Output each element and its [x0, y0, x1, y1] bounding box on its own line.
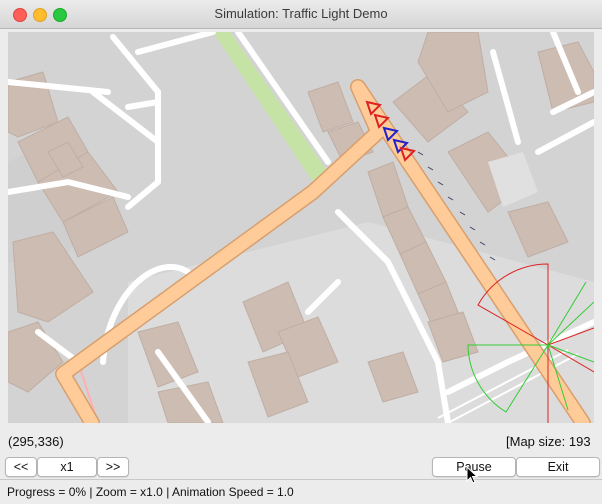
exit-button[interactable]: Exit	[516, 457, 600, 477]
map-canvas[interactable]	[8, 32, 594, 423]
window-title: Simulation: Traffic Light Demo	[214, 6, 388, 21]
step-forward-button[interactable]: >>	[97, 457, 129, 477]
step-back-button[interactable]: <<	[5, 457, 37, 477]
map-size-label: [Map size: 193	[506, 434, 591, 449]
cursor-coordinates: (295,336)	[8, 434, 64, 449]
title-bar: Simulation: Traffic Light Demo	[0, 0, 602, 29]
speed-button[interactable]: x1	[37, 457, 97, 477]
status-bar: Progress = 0% | Zoom = x1.0 | Animation …	[0, 479, 602, 504]
app-window: Simulation: Traffic Light Demo (295,336)…	[0, 0, 602, 504]
mouse-pointer-icon	[466, 466, 478, 484]
status-text: Progress = 0% | Zoom = x1.0 | Animation …	[7, 485, 294, 499]
